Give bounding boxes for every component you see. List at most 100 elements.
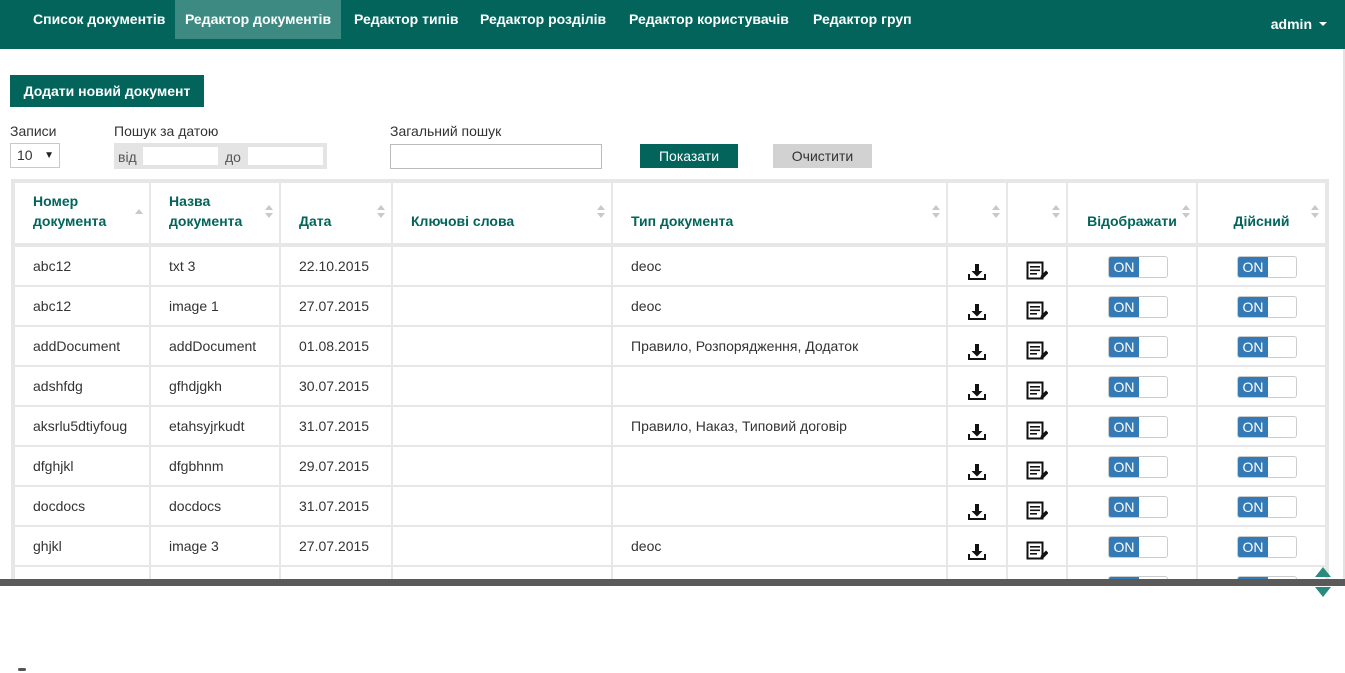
column-header-display[interactable]: Відображати [1068,183,1196,243]
download-icon[interactable] [967,497,987,520]
cell-type: Правило, Розпорядження, Додаток [613,327,946,365]
download-icon[interactable] [967,457,987,480]
cell-valid-toggle: ON [1198,527,1325,565]
display-toggle[interactable]: ON [1108,456,1168,478]
cell-valid-toggle: ON [1198,287,1325,325]
edit-document-icon[interactable] [1026,297,1049,320]
cell-date: 01.08.2015 [281,327,391,365]
cell-download [948,287,1006,325]
cell-type: deoc [613,527,946,565]
display-toggle[interactable]: ON [1108,536,1168,558]
valid-toggle[interactable]: ON [1237,336,1297,358]
cell-display-toggle: ON [1068,487,1196,525]
column-header-date[interactable]: Дата [281,183,391,243]
edit-document-icon[interactable] [1026,257,1049,280]
cell-date: 29.07.2015 [281,447,391,485]
table-row: ghjkl image 3 27.07.2015 deoc ON ON [11,527,1329,565]
cell-number: adshfdg [15,367,149,405]
cell-valid-toggle: ON [1198,327,1325,365]
cell-edit [1008,527,1066,565]
cell-type [613,447,946,485]
date-from-input[interactable] [143,147,218,165]
display-toggle[interactable]: ON [1108,416,1168,438]
top-navbar: Список документів Редактор документів Ре… [0,0,1345,49]
display-toggle[interactable]: ON [1108,496,1168,518]
table-row: dfghjkl dfgbhnm 29.07.2015 ON ON [11,447,1329,485]
cell-valid-toggle: ON [1198,407,1325,445]
column-header-edit[interactable] [1008,183,1066,243]
edit-document-icon[interactable] [1026,537,1049,560]
column-header-label: Тип документа [631,213,734,229]
clear-button[interactable]: Очистити [773,144,872,168]
general-search-input[interactable] [390,144,602,169]
valid-toggle[interactable]: ON [1237,376,1297,398]
column-header-name[interactable]: Назва документа [151,183,279,243]
valid-toggle[interactable]: ON [1237,496,1297,518]
edit-document-icon[interactable] [1026,457,1049,480]
display-toggle[interactable]: ON [1108,256,1168,278]
date-to-input[interactable] [248,147,323,165]
scroll-down-icon[interactable] [1315,587,1331,597]
sort-icon [992,205,1000,219]
valid-toggle[interactable]: ON [1237,416,1297,438]
cell-download [948,327,1006,365]
cell-name: image 1 [151,287,279,325]
column-header-label: Ключові слова [411,213,515,229]
sort-icon [265,205,273,219]
valid-toggle[interactable]: ON [1237,536,1297,558]
cell-display-toggle: ON [1068,567,1196,579]
edit-document-icon[interactable] [1026,497,1049,520]
column-header-valid[interactable]: Дійсний [1198,183,1325,243]
toggle-on-label: ON [1109,497,1139,517]
column-header-download[interactable] [948,183,1006,243]
cell-edit [1008,567,1066,579]
edit-document-icon[interactable] [1026,417,1049,440]
display-toggle[interactable]: ON [1108,376,1168,398]
download-icon[interactable] [967,337,987,360]
download-icon[interactable] [967,417,987,440]
scroll-up-icon[interactable] [1315,567,1331,577]
nav-item-section-editor[interactable]: Редактор розділів [472,0,614,39]
cell-date: 22.10.2015 [281,247,391,285]
column-header-number[interactable]: Номер документа [15,183,149,243]
show-button[interactable]: Показати [640,144,738,168]
nav-item-group-editor[interactable]: Редактор груп [805,0,920,39]
valid-toggle[interactable]: ON [1237,256,1297,278]
records-per-page-select[interactable]: 10 ▼ [10,143,60,168]
toggle-on-label: ON [1109,417,1139,437]
valid-toggle[interactable]: ON [1237,456,1297,478]
toggle-on-label: ON [1109,257,1139,277]
cell-number: docdocs [15,487,149,525]
sort-icon [932,205,940,219]
user-menu[interactable]: admin [1271,0,1327,49]
display-toggle[interactable]: ON [1108,336,1168,358]
cell-name: txt 3 [151,247,279,285]
cell-keywords [393,567,611,579]
edit-document-icon[interactable] [1026,377,1049,400]
column-header-type[interactable]: Тип документа [613,183,946,243]
nav-item-document-list[interactable]: Список документів [25,0,173,39]
display-toggle[interactable]: ON [1108,296,1168,318]
download-icon[interactable] [967,297,987,320]
nav-item-user-editor[interactable]: Редактор користувачів [621,0,797,39]
cell-keywords [393,367,611,405]
cell-display-toggle: ON [1068,287,1196,325]
cell-download [948,247,1006,285]
column-header-keywords[interactable]: Ключові слова [393,183,611,243]
download-icon[interactable] [967,377,987,400]
horizontal-scrollbar[interactable] [0,579,1345,586]
cell-name: gfhdjgkh [151,367,279,405]
cell-download [948,567,1006,579]
cell-number: abc12 [15,287,149,325]
nav-item-type-editor[interactable]: Редактор типів [346,0,467,39]
column-header-label: Дійсний [1233,213,1290,229]
download-icon[interactable] [967,257,987,280]
edit-document-icon[interactable] [1026,337,1049,360]
cell-name: image 3 [151,527,279,565]
download-icon[interactable] [967,537,987,560]
nav-item-document-editor[interactable]: Редактор документів [175,0,341,39]
valid-toggle[interactable]: ON [1237,296,1297,318]
cell-valid-toggle: ON [1198,247,1325,285]
add-document-button[interactable]: Додати новий документ [10,75,204,107]
cell-type [613,367,946,405]
